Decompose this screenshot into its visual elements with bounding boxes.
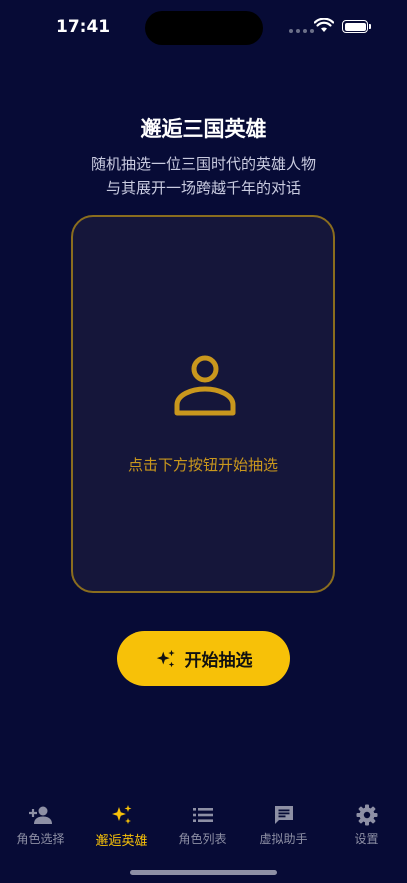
tab-meet-hero[interactable]: 邂逅英雄 <box>81 795 162 849</box>
tab-character-select[interactable]: 角色选择 <box>0 795 81 847</box>
add-person-icon <box>28 806 52 824</box>
tab-character-list[interactable]: 角色列表 <box>162 795 243 847</box>
tab-label: 角色选择 <box>16 832 65 846</box>
home-indicator <box>130 870 277 875</box>
person-icon <box>174 355 236 416</box>
subtitle-line-2: 与其展开一场跨越千年的对话 <box>105 179 301 197</box>
subtitle-line-1: 随机抽选一位三国时代的英雄人物 <box>90 155 316 173</box>
tab-label: 设置 <box>354 832 379 846</box>
tab-bar: 角色选择 邂逅英雄 角色列表 虚拟助手 设置 <box>0 795 407 855</box>
tab-virtual-assistant[interactable]: 虚拟助手 <box>243 795 324 847</box>
start-draw-button[interactable]: 开始抽选 <box>117 631 290 686</box>
start-draw-label: 开始抽选 <box>184 651 253 671</box>
status-bar: 17:41 <box>0 0 407 56</box>
tab-label: 虚拟助手 <box>259 832 308 846</box>
dynamic-island <box>145 11 263 45</box>
sparkles-icon <box>156 649 175 667</box>
chat-icon <box>274 806 293 824</box>
battery-cap <box>369 24 371 29</box>
tab-label: 邂逅英雄 <box>95 834 148 849</box>
card-hint: 点击下方按钮开始抽选 <box>127 456 278 474</box>
battery-icon <box>342 20 368 33</box>
page-title: 邂逅三国英雄 <box>140 117 267 141</box>
tab-label: 角色列表 <box>178 832 227 846</box>
wifi-icon <box>314 18 334 32</box>
list-icon <box>192 808 213 822</box>
hero-card: 点击下方按钮开始抽选 <box>71 215 335 593</box>
tab-settings[interactable]: 设置 <box>326 795 407 847</box>
signal-icon <box>289 29 314 33</box>
sparkles-icon <box>111 805 131 824</box>
status-time: 17:41 <box>56 17 111 37</box>
gear-icon <box>356 804 377 826</box>
